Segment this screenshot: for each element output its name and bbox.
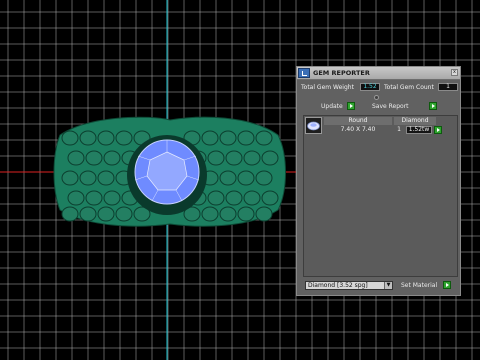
ring-scale <box>261 190 279 206</box>
ring-model[interactable] <box>53 116 286 227</box>
gem-list[interactable]: Round Diamond 7.40 X 7.40 1 1.52tw <box>303 115 458 277</box>
set-material-button[interactable] <box>443 281 451 289</box>
material-select[interactable]: Diamond [3.52 spg] ▼ <box>305 281 393 290</box>
ring-scale <box>61 170 79 186</box>
update-label: Update <box>321 103 343 110</box>
ring-scale <box>103 150 121 166</box>
ring-scale <box>207 150 225 166</box>
ring-scale <box>79 206 97 222</box>
ring-scale <box>207 190 225 206</box>
ring-scale <box>79 130 97 146</box>
ring-scale <box>61 130 79 146</box>
ring-scale <box>237 206 255 222</box>
ring-scale <box>219 206 237 222</box>
ring-scale <box>255 206 273 222</box>
ring-scale <box>85 190 103 206</box>
ring-scale <box>261 150 279 166</box>
ring-scale <box>219 170 237 186</box>
gem-reporter-title: GEM REPORTER <box>313 69 370 77</box>
ring-scale <box>237 130 255 146</box>
ring-scale <box>115 130 133 146</box>
ring-scale <box>85 150 103 166</box>
gem-reporter-icon <box>298 68 310 78</box>
gem-thumbnail[interactable] <box>305 117 322 134</box>
ring-scale <box>255 170 273 186</box>
column-header-material: Diamond <box>394 117 436 125</box>
save-report-button[interactable] <box>429 102 437 110</box>
update-button[interactable] <box>347 102 355 110</box>
ring-scale <box>67 150 85 166</box>
close-button[interactable]: x <box>451 69 458 76</box>
ring-scale <box>243 150 261 166</box>
ring-scale <box>225 190 243 206</box>
ring-scale <box>67 190 85 206</box>
ring-scale <box>115 206 133 222</box>
total-gem-weight-label: Total Gem Weight <box>301 84 354 91</box>
total-gem-count-value: 1 <box>438 83 458 91</box>
ring-scale <box>219 130 237 146</box>
gem-row-size: 7.40 X 7.40 <box>340 126 376 133</box>
total-gem-count-label: Total Gem Count <box>384 84 434 91</box>
ring-scale <box>61 206 79 222</box>
total-gem-weight-value: 1.52 <box>360 83 380 91</box>
ring-scale <box>255 130 273 146</box>
gem-reporter-panel: GEM REPORTER x Total Gem Weight 1.52 Tot… <box>296 66 461 296</box>
save-report-label: Save Report <box>372 103 409 110</box>
ring-scale <box>237 170 255 186</box>
material-select-value: Diamond [3.52 spg] <box>308 282 368 289</box>
ring-scale <box>97 130 115 146</box>
gem-row-count: 1 <box>397 126 401 133</box>
gem-reporter-titlebar[interactable]: GEM REPORTER x <box>297 67 460 80</box>
ring-scale <box>201 206 219 222</box>
set-material-label: Set Material <box>401 282 438 289</box>
status-indicator <box>374 95 379 100</box>
ring-scale <box>201 130 219 146</box>
ring-scale <box>79 170 97 186</box>
ring-scale <box>225 150 243 166</box>
ring-scale <box>97 170 115 186</box>
chevron-down-icon[interactable]: ▼ <box>384 282 392 289</box>
column-header-shape: Round <box>324 117 392 125</box>
ring-scale <box>103 190 121 206</box>
gem-row-weight: 1.52tw <box>406 126 432 134</box>
ring-scale <box>243 190 261 206</box>
round-gem-icon <box>307 121 320 131</box>
gem-row-go-button[interactable] <box>434 126 442 134</box>
ring-scale <box>97 206 115 222</box>
